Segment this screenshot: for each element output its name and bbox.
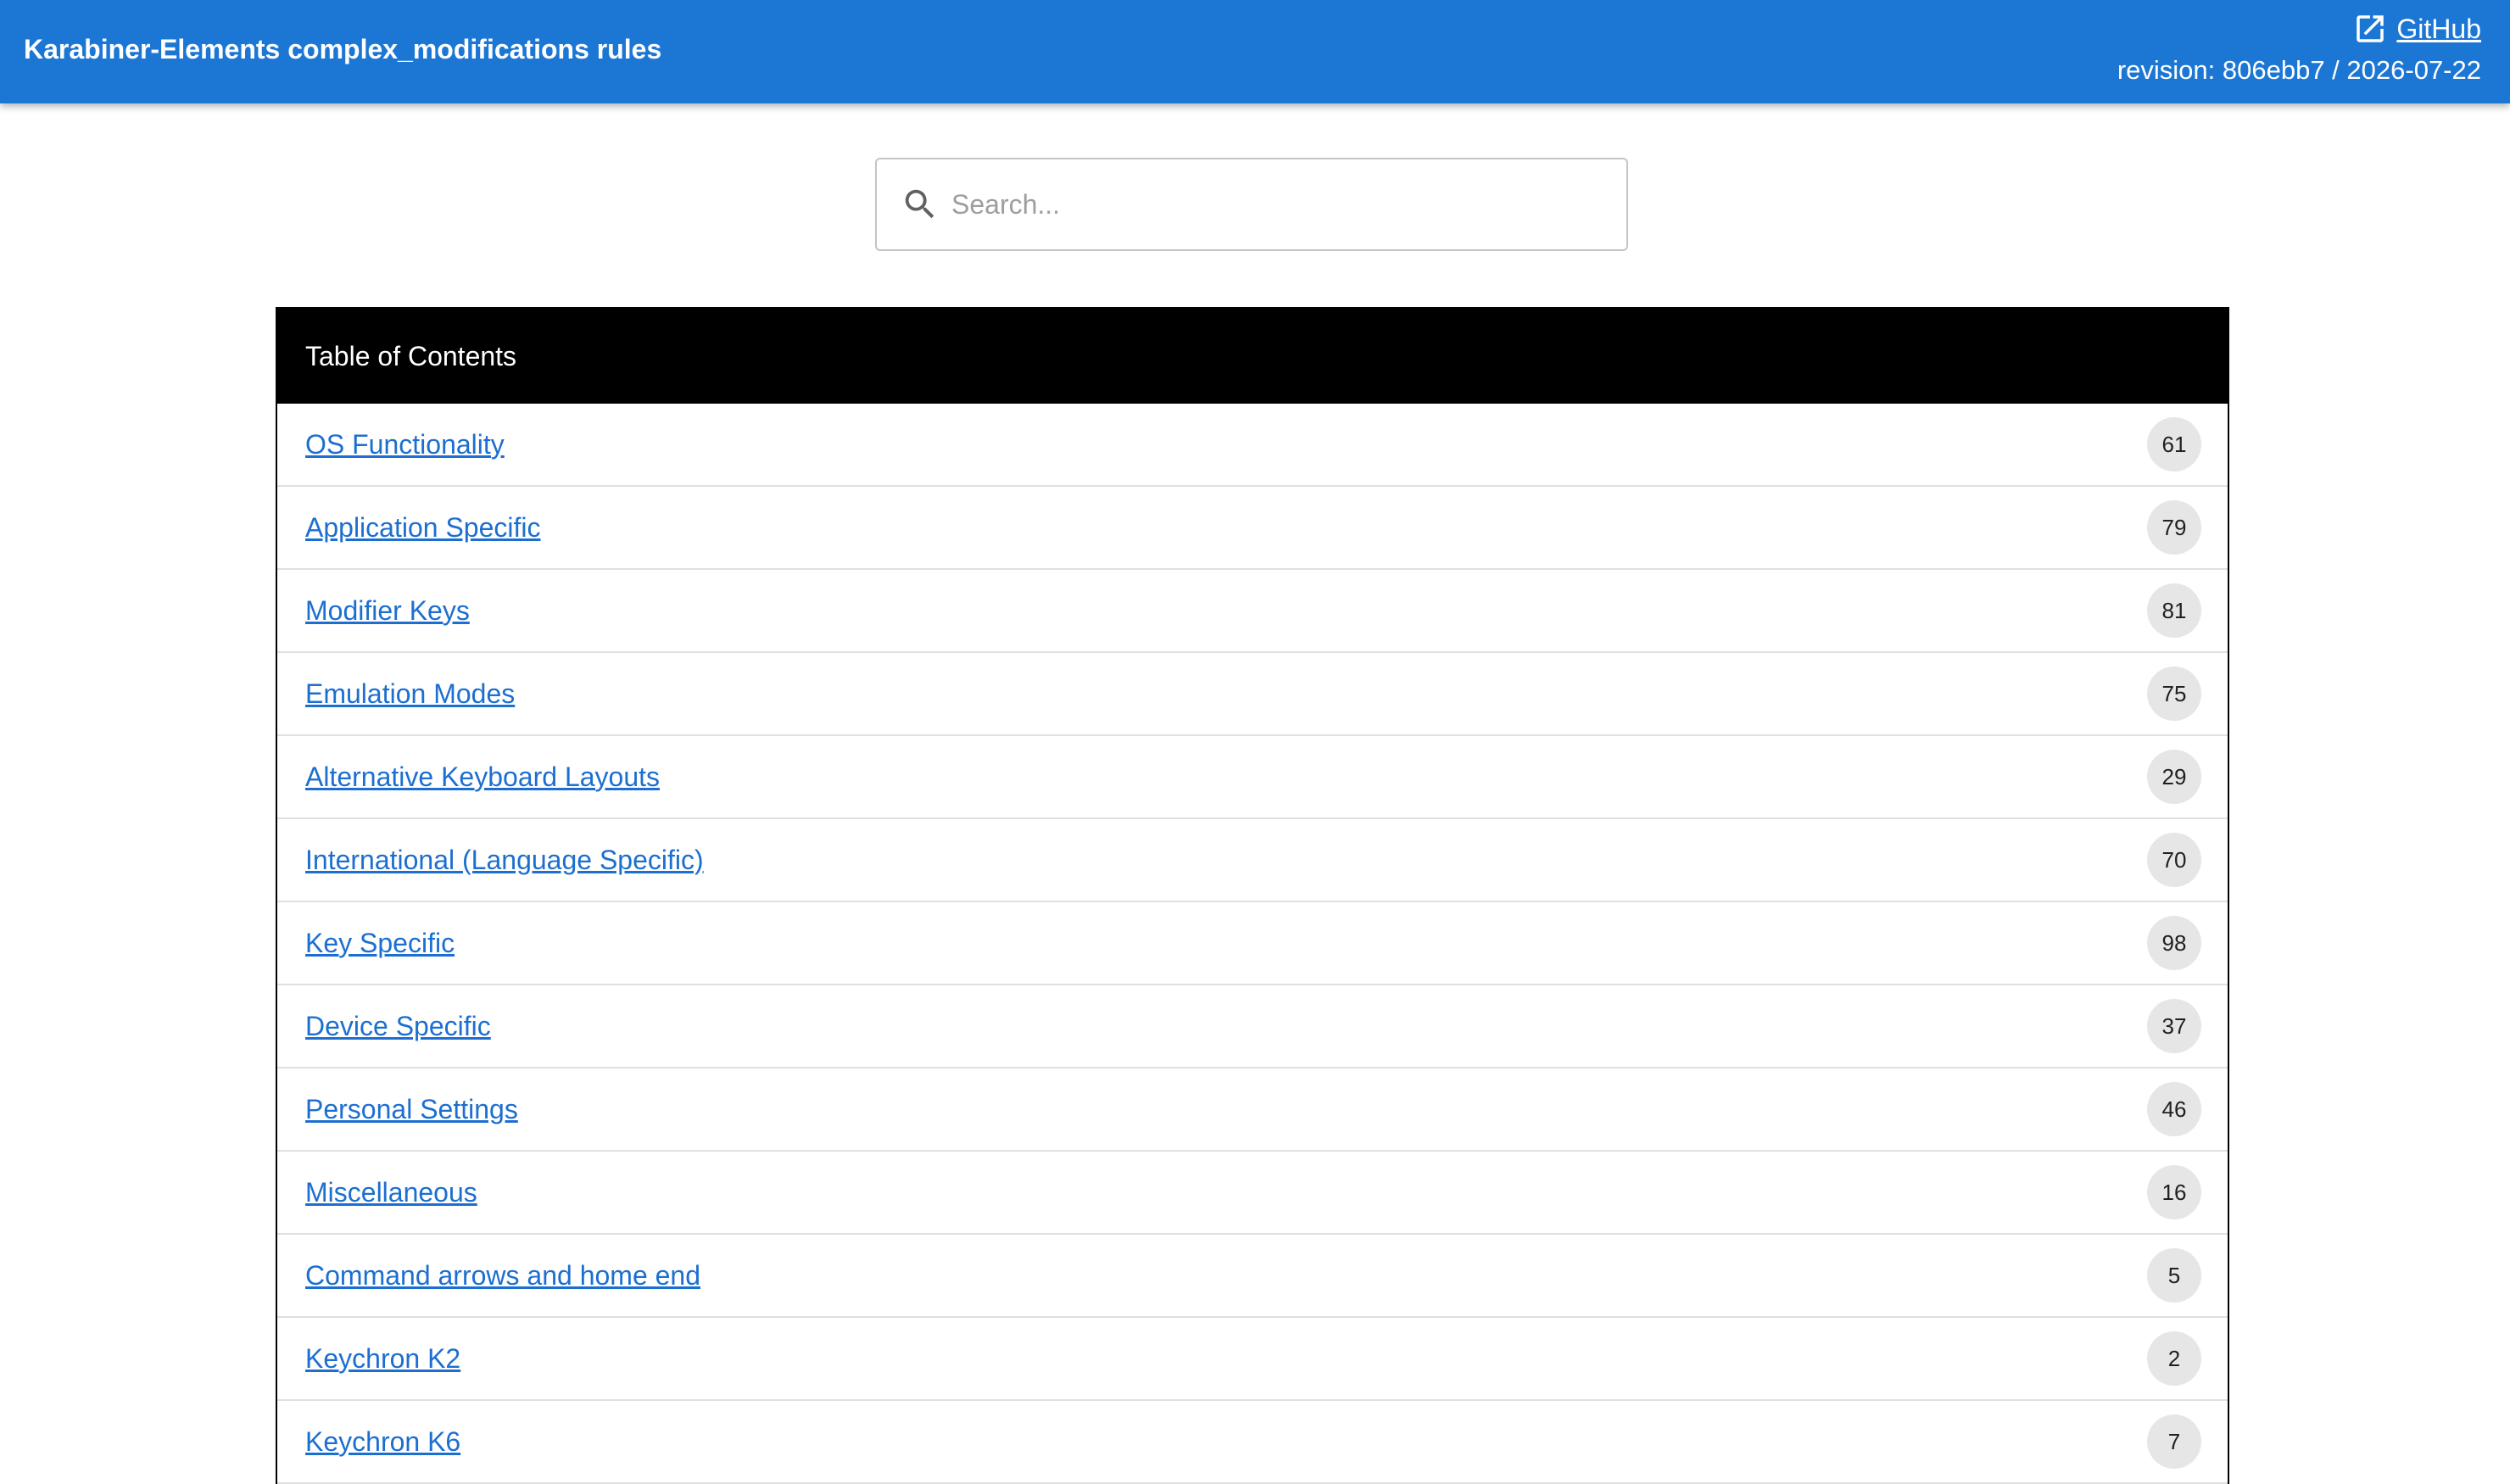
table-of-contents: Table of Contents OS Functionality 61 Appl… [276, 307, 2229, 1484]
toc-link[interactable]: Keychron K2 [305, 1343, 460, 1375]
toc-link[interactable]: Alternative Keyboard Layouts [305, 762, 660, 793]
github-link-label[interactable]: GitHub [2396, 10, 2481, 47]
count-badge: 16 [2147, 1165, 2201, 1219]
toc-row: Alternative Keyboard Layouts 29 [277, 736, 2228, 819]
toc-link[interactable]: OS Functionality [305, 429, 505, 460]
github-link[interactable]: GitHub [2352, 10, 2481, 47]
count-badge: 5 [2147, 1248, 2201, 1303]
toc-link[interactable]: Emulation Modes [305, 678, 515, 710]
count-badge: 70 [2147, 833, 2201, 887]
toc-row: Key Specific 98 [277, 902, 2228, 985]
toc-row: International (Language Specific) 70 [277, 819, 2228, 902]
toc-link[interactable]: International (Language Specific) [305, 845, 704, 876]
toc-row: Keychron K2 2 [277, 1318, 2228, 1401]
count-badge: 79 [2147, 500, 2201, 555]
toc-row: Device Specific 37 [277, 985, 2228, 1068]
toc-link[interactable]: Personal Settings [305, 1094, 518, 1125]
toc-link[interactable]: Miscellaneous [305, 1177, 477, 1208]
count-badge: 75 [2147, 667, 2201, 721]
toc-row: OS Functionality 61 [277, 404, 2228, 487]
toc-link[interactable]: Keychron K6 [305, 1426, 460, 1458]
count-badge: 29 [2147, 750, 2201, 804]
toc-link[interactable]: Modifier Keys [305, 595, 470, 627]
toc-row: Miscellaneous 16 [277, 1152, 2228, 1235]
toc-row: Keychron K6 7 [277, 1401, 2228, 1484]
count-badge: 7 [2147, 1414, 2201, 1469]
app-bar: Karabiner-Elements complex_modifications… [0, 0, 2510, 103]
toc-row: Application Specific 79 [277, 487, 2228, 570]
toc-row: Emulation Modes 75 [277, 653, 2228, 736]
open-in-new-icon [2357, 15, 2384, 42]
search-icon [905, 189, 934, 219]
toc-row: Modifier Keys 81 [277, 570, 2228, 653]
revision-info: revision: 806ebb7 / 2026-07-22 [2117, 55, 2481, 85]
toc-link[interactable]: Device Specific [305, 1011, 491, 1042]
toc-link[interactable]: Command arrows and home end [305, 1260, 700, 1292]
toc-row: Command arrows and home end 5 [277, 1235, 2228, 1318]
count-badge: 81 [2147, 583, 2201, 638]
search-box[interactable] [875, 158, 1628, 251]
toc-link[interactable]: Application Specific [305, 512, 540, 544]
count-badge: 46 [2147, 1082, 2201, 1136]
toc-row: Personal Settings 46 [277, 1068, 2228, 1152]
search-input[interactable] [951, 188, 1626, 220]
toc-list: OS Functionality 61 Application Specific 79… [277, 404, 2228, 1484]
count-badge: 98 [2147, 916, 2201, 970]
count-badge: 61 [2147, 417, 2201, 471]
toc-link[interactable]: Key Specific [305, 928, 455, 959]
count-badge: 2 [2147, 1331, 2201, 1386]
page-title: Karabiner-Elements complex_modifications… [24, 34, 662, 64]
count-badge: 37 [2147, 999, 2201, 1053]
toc-header: Table of Contents [277, 309, 2228, 404]
